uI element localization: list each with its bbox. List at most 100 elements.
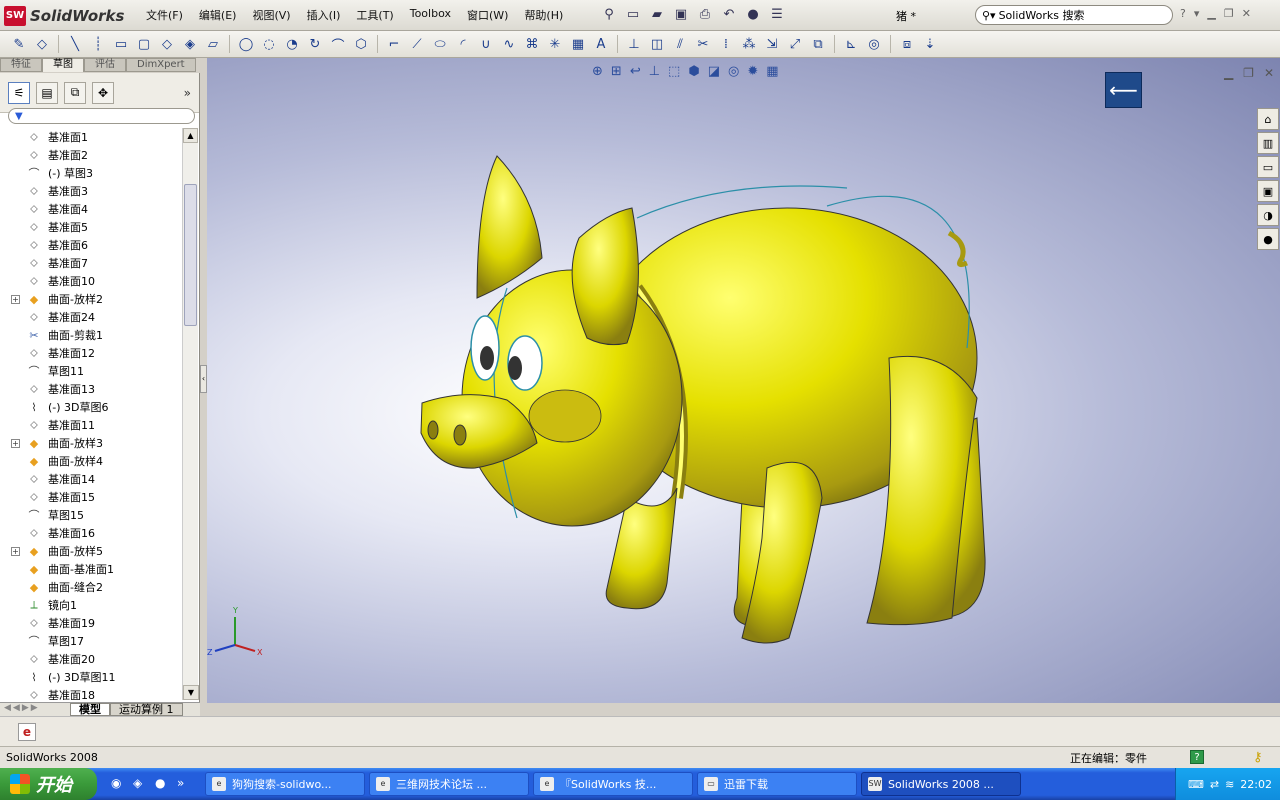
qq-icon[interactable]: ● — [155, 776, 171, 792]
ellipse-icon[interactable]: ⬭ — [431, 35, 449, 53]
convert-entities-icon[interactable]: ◫ — [648, 35, 666, 53]
search-box[interactable]: ⚲▾ SolidWorks 搜索 — [975, 5, 1173, 25]
rectangle-icon[interactable]: ▭ — [112, 35, 130, 53]
tree-item[interactable]: ⬦ 基准面24 — [0, 308, 182, 326]
grid-icon[interactable]: ▦ — [569, 35, 587, 53]
three-point-arc-icon[interactable]: ⌒ — [329, 35, 347, 54]
property-manager-tab-icon[interactable]: ▤ — [36, 81, 58, 104]
dimxpert-manager-tab-icon[interactable]: ✥ — [92, 81, 114, 104]
tree-item[interactable]: ⌇ (-) 3D草图6 — [0, 398, 182, 416]
taskbar-item[interactable]: e 『SolidWorks 技... — [533, 772, 693, 796]
tree-item[interactable]: ⌒ 草图17 — [0, 632, 182, 650]
edrawings-icon[interactable]: e — [18, 723, 36, 741]
tab-dimxpert[interactable]: DimXpert — [126, 58, 196, 72]
rebuild-icon[interactable]: ● — [744, 5, 762, 23]
centerpoint-arc-icon[interactable]: ◔ — [283, 35, 301, 53]
tree-item[interactable]: + ◆ 曲面-放样5 — [0, 542, 182, 560]
taskbar-item[interactable]: e 狗狗搜索-solidwo... — [205, 772, 365, 796]
tree-item[interactable]: ⌒ 草图15 — [0, 506, 182, 524]
start-button[interactable]: 开始 — [0, 768, 97, 800]
tree-item[interactable]: ⬦ 基准面5 — [0, 218, 182, 236]
tree-item[interactable]: ◆ 曲面-放样4 — [0, 452, 182, 470]
expand-icon[interactable]: + — [11, 294, 20, 304]
centerline-icon[interactable]: ┊ — [89, 35, 107, 53]
search-input[interactable]: SolidWorks 搜索 — [999, 7, 1085, 23]
security-icon[interactable]: ◈ — [133, 776, 149, 792]
linear-pattern-icon[interactable]: ⁞ — [717, 35, 735, 53]
center-rectangle-icon[interactable]: ▢ — [135, 35, 153, 53]
wifi-icon[interactable]: ≋ — [1225, 778, 1234, 791]
tab-model[interactable]: 模型 — [70, 703, 110, 716]
feature-tree-tab-icon[interactable]: ⚟ — [8, 81, 30, 104]
tree-item[interactable]: ⬦ 基准面12 — [0, 344, 182, 362]
spline-icon[interactable]: ∿ — [500, 35, 518, 53]
tree-item[interactable]: ⬦ 基准面10 — [0, 272, 182, 290]
taskbar-item[interactable]: e 三维网技术论坛 ... — [369, 772, 529, 796]
network-icon[interactable]: ⇄ — [1210, 778, 1219, 791]
polygon-icon[interactable]: ◇ — [158, 35, 176, 53]
smart-dimension-icon[interactable]: ◇ — [33, 35, 51, 53]
expand-icon[interactable]: + — [11, 438, 20, 448]
circular-pattern-icon[interactable]: ⁂ — [740, 35, 758, 53]
partial-ellipse-icon[interactable]: ◜ — [454, 35, 472, 53]
tab-navigation-icon[interactable]: ◀◀▶▶ — [0, 703, 70, 716]
quick-snaps-icon[interactable]: ⧈ — [898, 35, 916, 53]
text-icon[interactable]: A — [592, 35, 610, 53]
expand-panel-icon[interactable]: » — [184, 86, 191, 100]
scroll-up-icon[interactable]: ▲ — [183, 128, 198, 143]
circle-icon[interactable]: ◯ — [237, 35, 255, 53]
tab-sketch[interactable]: 草图 — [42, 58, 84, 72]
tree-item[interactable]: ⬦ 基准面19 — [0, 614, 182, 632]
tree-item[interactable]: ⌒ (-) 草图3 — [0, 164, 182, 182]
scale-entities-icon[interactable]: ⤢ — [786, 35, 804, 53]
tree-item[interactable]: ⬦ 基准面13 — [0, 380, 182, 398]
repair-sketch-icon[interactable]: ◎ — [865, 35, 883, 53]
line-icon[interactable]: ╲ — [66, 35, 84, 53]
surface-spline-icon[interactable]: ⌘ — [523, 35, 541, 53]
taskbar-item-active[interactable]: SW SolidWorks 2008 ... — [861, 772, 1021, 796]
tree-item[interactable]: ◆ 曲面-缝合2 — [0, 578, 182, 596]
menu-file[interactable]: 文件(F) — [138, 7, 191, 23]
new-document-icon[interactable]: ▭ — [624, 5, 642, 23]
tree-item[interactable]: ⌇ (-) 3D草图11 — [0, 668, 182, 686]
polygon-tool-icon[interactable]: ⬡ — [352, 35, 370, 53]
tree-item[interactable]: + ◆ 曲面-放样3 — [0, 434, 182, 452]
move-entities-icon[interactable]: ⇲ — [763, 35, 781, 53]
restore-icon[interactable]: ❐ — [1224, 7, 1234, 20]
print-icon[interactable]: ⎙ — [696, 5, 714, 23]
undo-icon[interactable]: ↶ — [720, 5, 738, 23]
menu-edit[interactable]: 编辑(E) — [191, 7, 245, 23]
graphics-viewport[interactable]: ⊕ ⊞ ↩ ⊥ ⬚ ⬢ ◪ ◎ ✹ ▦ ▁ ❐ ✕ ⟵ ⌂ ▥ ▭ ▣ ◑ ● — [207, 58, 1280, 703]
point-icon[interactable]: ✳ — [546, 35, 564, 53]
tree-item[interactable]: + ◆ 曲面-放样2 — [0, 290, 182, 308]
tree-item[interactable]: ⬦ 基准面14 — [0, 470, 182, 488]
help-dropdown-icon[interactable]: ▾ — [1194, 7, 1200, 20]
chamfer-icon[interactable]: ⟋ — [408, 35, 426, 53]
tree-item[interactable]: ⌒ 草图11 — [0, 362, 182, 380]
menu-toolbox[interactable]: Toolbox — [402, 7, 459, 23]
keyboard-icon[interactable]: ⌨ — [1188, 778, 1204, 791]
help-icon[interactable]: ? — [1180, 7, 1186, 20]
save-icon[interactable]: ▣ — [672, 5, 690, 23]
tree-item[interactable]: ⬦ 基准面18 — [0, 686, 182, 700]
tree-item[interactable]: ⬦ 基准面15 — [0, 488, 182, 506]
scroll-down-icon[interactable]: ▼ — [183, 685, 199, 700]
fillet-icon[interactable]: ⌐ — [385, 35, 403, 53]
minimize-icon[interactable]: ▁ — [1207, 7, 1215, 20]
tree-item[interactable]: ⬦ 基准面11 — [0, 416, 182, 434]
status-help-icon[interactable]: ? — [1190, 750, 1204, 764]
menu-view[interactable]: 视图(V) — [244, 7, 298, 23]
copy-entities-icon[interactable]: ⧉ — [809, 35, 827, 53]
tree-scrollbar[interactable]: ▲ ▼ — [182, 128, 199, 700]
tangent-arc-icon[interactable]: ↻ — [306, 35, 324, 53]
solidworks-logo[interactable]: SW SolidWorks — [4, 4, 130, 27]
menu-window[interactable]: 窗口(W) — [459, 7, 516, 23]
pin-icon[interactable]: ⚲ — [600, 5, 618, 23]
menu-insert[interactable]: 插入(I) — [299, 7, 349, 23]
tab-evaluate[interactable]: 评估 — [84, 58, 126, 72]
perimeter-circle-icon[interactable]: ◌ — [260, 35, 278, 53]
menu-tools[interactable]: 工具(T) — [348, 7, 401, 23]
pig-model[interactable] — [207, 58, 1280, 703]
quick-launch-more-icon[interactable]: » — [177, 776, 193, 792]
rotated-rectangle-icon[interactable]: ◈ — [181, 35, 199, 53]
